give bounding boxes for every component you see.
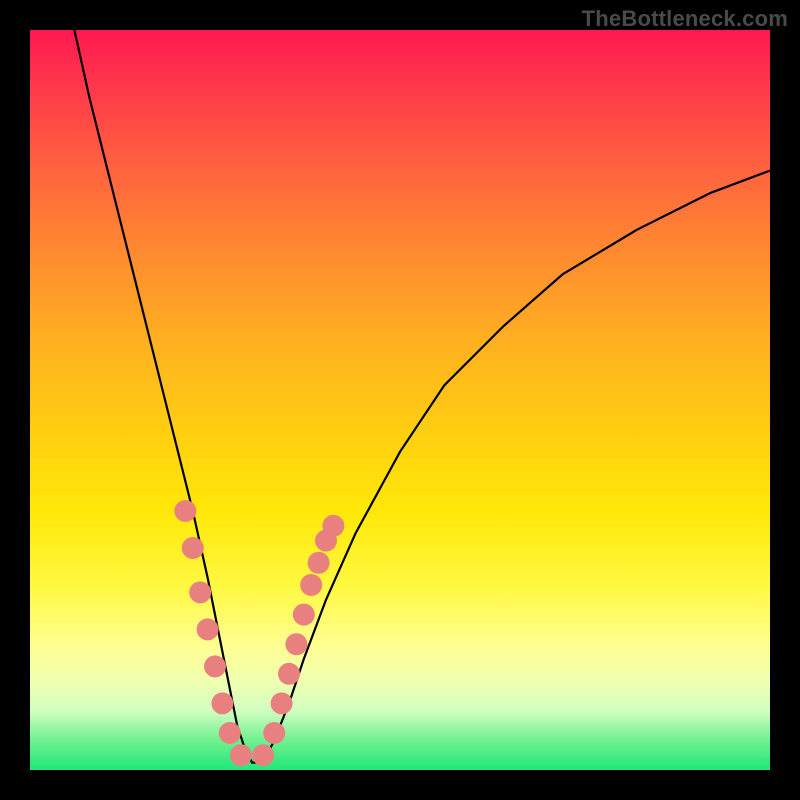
data-marker [204,655,226,677]
data-marker [293,604,315,626]
data-marker [263,722,285,744]
bottleneck-curve [74,30,770,763]
data-marker [219,722,241,744]
data-marker [230,744,252,766]
data-marker [300,574,322,596]
markers-right-cluster [252,515,344,766]
data-marker [278,663,300,685]
data-marker [271,692,293,714]
data-marker [197,618,219,640]
data-marker [322,515,344,537]
data-marker [285,633,307,655]
chart-svg [30,30,770,770]
data-marker [189,581,211,603]
plot-area [30,30,770,770]
data-marker [308,552,330,574]
attribution-text: TheBottleneck.com [582,6,788,32]
data-marker [252,744,274,766]
markers-left-cluster [174,500,252,766]
data-marker [174,500,196,522]
chart-frame: TheBottleneck.com [0,0,800,800]
data-marker [182,537,204,559]
data-marker [211,692,233,714]
